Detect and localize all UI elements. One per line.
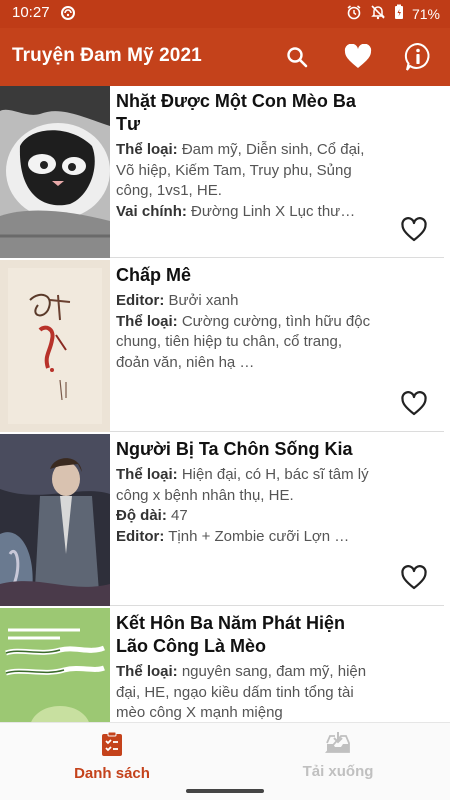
story-info: Thể loại: Hiện đại, có H, bác sĩ tâm lý …: [116, 465, 378, 547]
story-card[interactable]: Kết Hôn Ba Năm Phát Hiện Lão Công Là Mèo…: [0, 608, 444, 722]
story-title: Chấp Mê: [116, 265, 192, 285]
favorite-toggle-button[interactable]: [400, 564, 428, 592]
story-info: Editor: Bưởi xanh Thể loại: Cường cường,…: [116, 291, 378, 373]
length-row: Độ dài: 47: [116, 506, 378, 527]
status-icons: 71%: [346, 4, 440, 23]
editor-value: Bưởi xanh: [168, 292, 239, 309]
story-title: Kết Hôn Ba Năm Phát Hiện Lão Công Là Mèo: [116, 613, 346, 656]
nav-list-label: Danh sách: [74, 765, 150, 782]
mute-bell-icon: [370, 4, 386, 23]
story-cover: [0, 434, 110, 606]
search-icon: [287, 47, 308, 68]
battery-level: 71%: [411, 5, 440, 22]
story-info: Thể loại: Đam mỹ, Diễn sinh, Cổ đại, Võ …: [116, 140, 378, 222]
story-info: Thể loại: nguyên sang, đam mỹ, hiện đại,…: [116, 662, 378, 722]
heart-icon: [344, 44, 372, 68]
favorites-button[interactable]: [342, 41, 374, 73]
heart-outline-icon: [401, 565, 427, 590]
story-card[interactable]: Chấp Mê Editor: Bưởi xanh Thể loại: Cườn…: [0, 260, 444, 432]
story-cover: [0, 260, 110, 432]
app-title: Truyện Đam Mỹ 2021: [12, 45, 202, 66]
main-character-value: Đường Linh X Lục thư…: [191, 202, 356, 220]
editor-label: Editor:: [116, 527, 165, 545]
sync-icon: [60, 5, 76, 25]
story-card[interactable]: Người Bị Ta Chôn Sống Kia Thể loại: Hiện…: [0, 434, 444, 606]
genre-row: Thể loại: Hiện đại, có H, bác sĩ tâm lý …: [116, 465, 378, 506]
favorite-toggle-button[interactable]: [400, 390, 428, 418]
story-details: Kết Hôn Ba Năm Phát Hiện Lão Công Là Mèo…: [116, 612, 378, 722]
genre-label: Thể loại:: [116, 663, 178, 680]
story-details: Chấp Mê Editor: Bưởi xanh Thể loại: Cườn…: [116, 264, 378, 373]
nav-tab-list[interactable]: Danh sách: [32, 731, 192, 782]
home-indicator[interactable]: [186, 789, 264, 793]
info-icon: [404, 42, 430, 71]
genre-label: Thể loại:: [116, 141, 178, 158]
main-character-row: Vai chính: Đường Linh X Lục thư…: [116, 202, 378, 223]
nav-tab-downloads[interactable]: Tải xuống: [258, 731, 418, 780]
favorite-toggle-button[interactable]: [400, 216, 428, 244]
editor-row: Editor: Bưởi xanh: [116, 291, 378, 312]
alarm-icon: [346, 4, 362, 23]
status-bar: 10:27 71%: [0, 0, 450, 28]
app-bar: Truyện Đam Mỹ 2021: [0, 28, 450, 86]
heart-outline-icon: [401, 217, 427, 242]
heart-outline-icon: [401, 391, 427, 416]
story-list[interactable]: Nhặt Được Một Con Mèo Ba Tư Thể loại: Đa…: [0, 86, 450, 722]
battery-icon: [394, 4, 404, 23]
genre-row: Thể loại: Đam mỹ, Diễn sinh, Cổ đại, Võ …: [116, 140, 378, 202]
genre-row: Thể loại: Cường cường, tình hữu độc chun…: [116, 312, 378, 374]
genre-label: Thể loại:: [116, 312, 178, 330]
story-card[interactable]: Nhặt Được Một Con Mèo Ba Tư Thể loại: Đa…: [0, 86, 444, 258]
story-cover: [0, 608, 110, 722]
search-button[interactable]: [281, 41, 313, 73]
length-label: Độ dài:: [116, 507, 167, 524]
story-details: Nhặt Được Một Con Mèo Ba Tư Thể loại: Đa…: [116, 90, 378, 222]
editor-row: Editor: Tịnh + Zombie cưỡi Lợn …: [116, 527, 378, 548]
info-button[interactable]: [402, 41, 434, 73]
status-time: 10:27: [12, 4, 50, 21]
story-cover: [0, 86, 110, 258]
main-character-label: Vai chính:: [116, 202, 187, 220]
genre-label: Thể loại:: [116, 466, 178, 483]
download-tray-icon: [325, 732, 350, 753]
length-value: 47: [171, 507, 188, 524]
story-title: Người Bị Ta Chôn Sống Kia: [116, 439, 353, 459]
story-details: Người Bị Ta Chôn Sống Kia Thể loại: Hiện…: [116, 438, 378, 547]
nav-downloads-label: Tải xuống: [302, 763, 374, 780]
editor-label: Editor:: [116, 292, 165, 309]
genre-row: Thể loại: nguyên sang, đam mỹ, hiện đại,…: [116, 662, 378, 722]
story-title: Nhặt Được Một Con Mèo Ba Tư: [116, 91, 356, 134]
editor-value: Tịnh + Zombie cưỡi Lợn …: [168, 527, 350, 545]
clipboard-list-icon: [102, 731, 122, 756]
